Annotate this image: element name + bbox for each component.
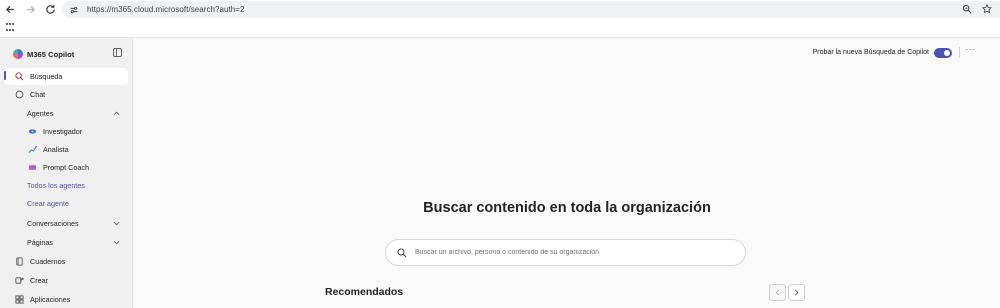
sidebar-item-label: Crear bbox=[30, 276, 48, 285]
app-brand[interactable]: M365 Copilot bbox=[13, 47, 74, 61]
back-button[interactable] bbox=[0, 0, 20, 19]
sidebar-item-label: Crear agente bbox=[27, 199, 69, 208]
browser-toolbar: https://m365.cloud.microsoft/search?auth… bbox=[0, 0, 1000, 19]
sidebar-item-chat[interactable]: Chat bbox=[4, 86, 128, 103]
main-content: Probar la nueva Búsqueda de Copilot ··· … bbox=[134, 39, 1000, 308]
chat-icon bbox=[13, 89, 25, 101]
sidebar-item-paginas[interactable]: Páginas bbox=[4, 234, 128, 251]
search-input[interactable] bbox=[415, 249, 715, 256]
sidebar-item-conversaciones[interactable]: Conversaciones bbox=[4, 215, 128, 232]
bookmark-star-icon[interactable] bbox=[981, 1, 993, 19]
chevron-up-icon bbox=[113, 111, 120, 116]
reload-icon bbox=[45, 4, 55, 14]
sidebar-item-investigador[interactable]: Investigador bbox=[4, 123, 128, 140]
bookmarks-bar bbox=[0, 19, 1000, 38]
chevron-down-icon bbox=[113, 240, 120, 245]
copilot-logo-icon bbox=[13, 49, 23, 59]
sidebar-item-aplicaciones[interactable]: Aplicaciones bbox=[4, 291, 128, 308]
analista-agent-icon bbox=[26, 144, 38, 156]
sidebar-item-prompt-coach[interactable]: Prompt Coach bbox=[4, 159, 128, 176]
sidebar-item-label: Chat bbox=[30, 90, 46, 99]
arrow-left-icon bbox=[5, 5, 14, 14]
investigador-agent-icon bbox=[26, 126, 38, 138]
active-indicator bbox=[4, 71, 6, 80]
sidebar-item-label: Prompt Coach bbox=[43, 163, 89, 172]
sidebar-item-busqueda[interactable]: Búsqueda bbox=[4, 68, 128, 85]
sidebar-item-cuadernos[interactable]: Cuadernos bbox=[4, 253, 128, 270]
chevron-right-icon bbox=[794, 289, 799, 296]
chevron-down-icon bbox=[113, 221, 120, 226]
arrow-right-icon bbox=[26, 5, 35, 14]
zoom-icon[interactable] bbox=[962, 1, 972, 19]
sidebar-item-label: Conversaciones bbox=[27, 219, 79, 228]
sidebar-item-label: Aplicaciones bbox=[30, 295, 71, 304]
new-search-toggle[interactable] bbox=[934, 47, 952, 58]
collapse-sidebar-icon[interactable] bbox=[113, 48, 122, 57]
sidebar-item-label: Cuadernos bbox=[30, 257, 66, 266]
sidebar-item-label: Búsqueda bbox=[30, 72, 63, 81]
recommended-pager bbox=[769, 284, 805, 301]
more-options-button[interactable]: ··· bbox=[966, 45, 976, 54]
sidebar-item-label: Analista bbox=[43, 145, 69, 154]
reload-button[interactable] bbox=[40, 0, 60, 19]
sidebar-item-todos-los-agentes[interactable]: Todos los agentes bbox=[4, 177, 128, 194]
sidebar-item-label: Agentes bbox=[27, 109, 54, 118]
search-icon bbox=[13, 71, 25, 83]
new-search-toggle-row: Probar la nueva Búsqueda de Copilot bbox=[813, 47, 952, 58]
sidebar-item-agentes[interactable]: Agentes bbox=[4, 105, 128, 122]
url-text[interactable]: https://m365.cloud.microsoft/search?auth… bbox=[87, 5, 245, 14]
notebook-icon bbox=[13, 256, 25, 268]
site-info-icon[interactable] bbox=[68, 4, 80, 16]
sidebar-item-analista[interactable]: Analista bbox=[4, 141, 128, 158]
sidebar-item-crear-agente[interactable]: Crear agente bbox=[4, 195, 128, 212]
sidebar-item-label: Páginas bbox=[27, 238, 53, 247]
sidebar-item-crear[interactable]: Crear bbox=[4, 272, 128, 289]
next-button[interactable] bbox=[788, 284, 805, 301]
prompt-coach-agent-icon bbox=[26, 162, 38, 174]
header-divider bbox=[959, 47, 960, 58]
address-bar[interactable]: https://m365.cloud.microsoft/search?auth… bbox=[62, 1, 1000, 18]
sidebar-item-label: Todos los agentes bbox=[27, 181, 85, 190]
toggle-label: Probar la nueva Búsqueda de Copilot bbox=[812, 49, 929, 56]
page-title: Buscar contenido en toda la organización bbox=[423, 200, 711, 216]
apps-grid-icon[interactable] bbox=[6, 23, 16, 33]
search-box[interactable] bbox=[385, 239, 746, 266]
apps-icon bbox=[13, 294, 25, 306]
create-icon bbox=[13, 275, 25, 287]
sidebar: M365 Copilot Búsqueda Chat Agentes Inves… bbox=[0, 39, 133, 308]
app-name: M365 Copilot bbox=[27, 49, 75, 59]
previous-button[interactable] bbox=[769, 284, 786, 301]
forward-button[interactable] bbox=[20, 0, 40, 19]
chevron-left-icon bbox=[775, 289, 780, 296]
recommended-heading: Recomendados bbox=[325, 286, 404, 298]
sidebar-item-label: Investigador bbox=[43, 127, 83, 136]
search-icon bbox=[397, 248, 407, 257]
